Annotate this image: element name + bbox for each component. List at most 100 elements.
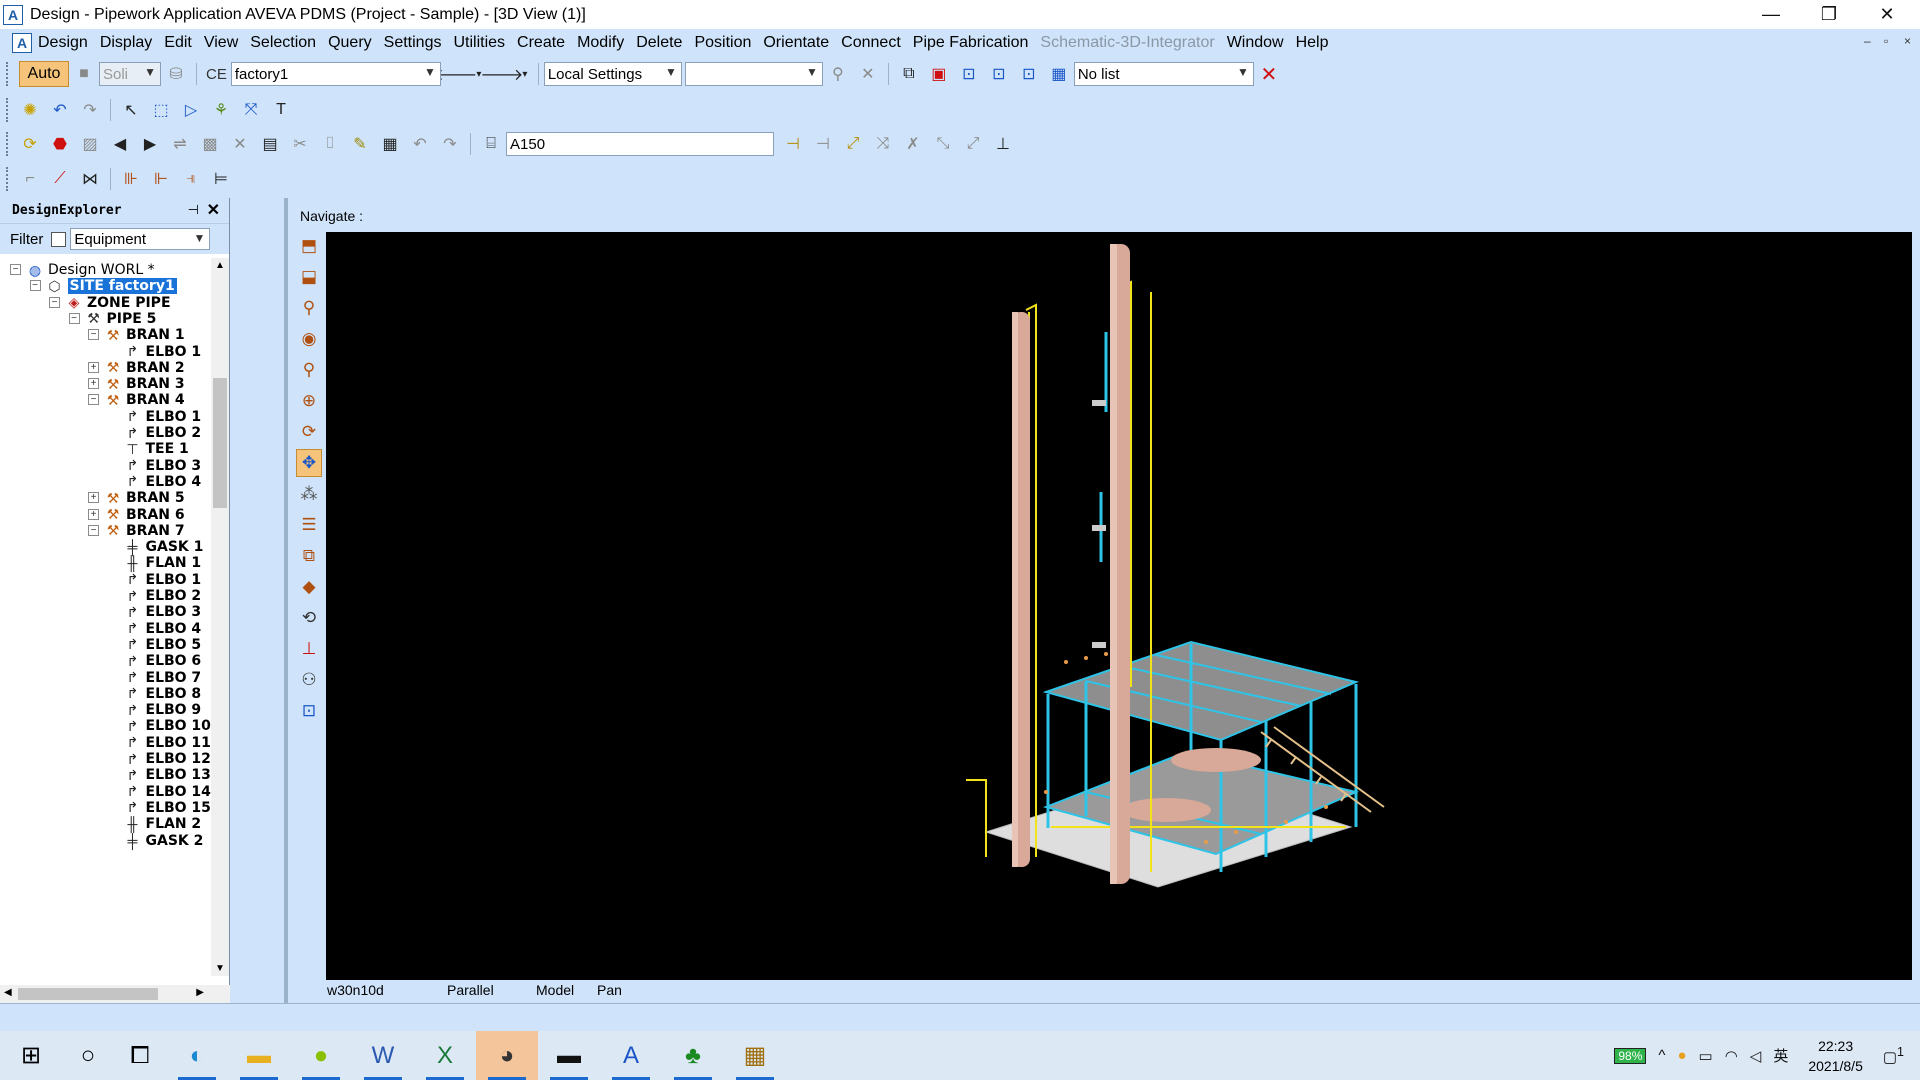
clock[interactable]: 22:23 2021/8/5 bbox=[1808, 1036, 1863, 1076]
sparkle-icon[interactable]: ✺ bbox=[17, 97, 43, 123]
dimension-icon-2[interactable]: ⊩ bbox=[148, 166, 174, 192]
back-arrow-icon[interactable]: 🡐 bbox=[434, 61, 477, 87]
window-icon-3[interactable]: ⊡ bbox=[1016, 61, 1042, 87]
menu-query[interactable]: Query bbox=[322, 29, 378, 57]
panel-splitter[interactable] bbox=[284, 198, 288, 1003]
collapse-icon[interactable]: − bbox=[88, 524, 99, 536]
pid-icon[interactable]: ▦ bbox=[724, 1031, 786, 1080]
pencil-icon[interactable]: ✎ bbox=[347, 131, 373, 157]
pdms-launcher-icon[interactable]: ◕ bbox=[476, 1031, 538, 1080]
excel-icon[interactable]: X bbox=[414, 1031, 476, 1080]
next-icon[interactable]: ▶ bbox=[137, 131, 163, 157]
menu-connect[interactable]: Connect bbox=[835, 29, 907, 57]
collapse-icon[interactable]: − bbox=[29, 280, 41, 292]
scroll-left-icon[interactable]: ◀ bbox=[4, 987, 12, 998]
show-hidden-icons-icon[interactable]: ^ bbox=[1658, 1047, 1665, 1064]
list-icon[interactable]: ▦ bbox=[1046, 61, 1072, 87]
toolbar-grip[interactable] bbox=[6, 132, 10, 156]
scrollbar-thumb[interactable] bbox=[18, 988, 158, 1000]
edge-icon[interactable]: ◐ bbox=[166, 1031, 228, 1080]
menu-orientate[interactable]: Orientate bbox=[757, 29, 835, 57]
clear-icon[interactable]: ✕ bbox=[855, 61, 881, 87]
fitting-icon-3[interactable]: ⤢ bbox=[840, 131, 866, 157]
walk-icon[interactable]: ⁂ bbox=[296, 480, 322, 508]
media-icon[interactable]: ● bbox=[290, 1031, 352, 1080]
paint-icon[interactable]: ◆ bbox=[296, 573, 322, 601]
toolbar-grip[interactable] bbox=[6, 98, 10, 122]
split-icon[interactable]: ⋈ bbox=[77, 166, 103, 192]
blank-combo[interactable]: ▼ bbox=[684, 62, 823, 86]
layers-icon[interactable]: ☰ bbox=[296, 511, 322, 539]
fitting-icon-7[interactable]: ⤢ bbox=[960, 131, 986, 157]
color-swatch-icon[interactable]: ■ bbox=[71, 61, 97, 87]
view-direction-icon[interactable]: ⬒ bbox=[296, 232, 322, 260]
ce-combo[interactable]: factory1 ▼ bbox=[230, 62, 441, 86]
word-icon[interactable]: W bbox=[352, 1031, 414, 1080]
isometric-icon[interactable]: ◉ bbox=[296, 325, 322, 353]
app-menu-icon[interactable]: A bbox=[12, 33, 32, 53]
scroll-up-icon[interactable]: ▲ bbox=[215, 260, 225, 271]
component-icon[interactable]: ▨ bbox=[77, 131, 103, 157]
scroll-down-icon[interactable]: ▼ bbox=[215, 963, 225, 974]
reselect-icon[interactable]: ▩ bbox=[197, 131, 223, 157]
aveva-design-icon[interactable]: A bbox=[600, 1031, 662, 1080]
save-icon[interactable]: ▣ bbox=[926, 61, 952, 87]
view-settings-icon[interactable]: ⊡ bbox=[296, 697, 322, 725]
volume-icon[interactable]: ◁ bbox=[1750, 1047, 1762, 1065]
expand-icon[interactable]: + bbox=[88, 492, 99, 504]
dimension-icon-4[interactable]: ⊨ bbox=[208, 166, 234, 192]
axes-icon[interactable]: ⊥ bbox=[296, 635, 322, 663]
mdi-close-button[interactable]: × bbox=[1904, 34, 1911, 48]
expand-icon[interactable]: + bbox=[88, 361, 99, 373]
tree-horizontal-scrollbar[interactable]: ◀ ▶ bbox=[0, 985, 230, 1003]
undo-icon[interactable]: ↶ bbox=[407, 131, 433, 157]
table-icon[interactable]: ▤ bbox=[257, 131, 283, 157]
menu-modify[interactable]: Modify bbox=[571, 29, 630, 57]
level-icon[interactable]: ⊥ bbox=[990, 131, 1016, 157]
ime-indicator[interactable]: 英 bbox=[1773, 1045, 1788, 1066]
notification-icon[interactable]: ▢1 bbox=[1883, 1045, 1904, 1066]
menu-selection[interactable]: Selection bbox=[244, 29, 322, 57]
fitting-icon-6[interactable]: ⤡ bbox=[930, 131, 956, 157]
local-settings-combo[interactable]: Local Settings ▼ bbox=[543, 62, 682, 86]
3d-viewport[interactable] bbox=[326, 232, 1912, 980]
filter-checkbox[interactable] bbox=[51, 231, 67, 247]
battery-icon[interactable]: ▭ bbox=[1699, 1047, 1713, 1065]
menu-settings[interactable]: Settings bbox=[378, 29, 448, 57]
red-hat-icon[interactable]: ⬣ bbox=[47, 131, 73, 157]
remove-list-icon[interactable]: ✕ bbox=[1256, 61, 1282, 87]
menu-view[interactable]: View bbox=[198, 29, 244, 57]
file-explorer-icon[interactable]: ▬ bbox=[228, 1031, 290, 1080]
pipe-route-icon[interactable]: ⌐ bbox=[17, 166, 43, 192]
binoculars-icon[interactable]: ⚲ bbox=[825, 61, 851, 87]
zoom-icon[interactable]: ⚲ bbox=[296, 356, 322, 384]
forward-arrow-icon[interactable]: 🡒 bbox=[480, 61, 523, 87]
explorer-tree[interactable]: − ◍ Design WORL * − ⬡ SITE factory1− ◈ ZONE PIP… bbox=[0, 258, 212, 976]
fitting-icon-5[interactable]: ✗ bbox=[900, 131, 926, 157]
brush-icon[interactable]: ⟋ bbox=[47, 166, 73, 192]
pin-icon[interactable]: ⊣ bbox=[188, 202, 199, 218]
menu-delete[interactable]: Delete bbox=[630, 29, 688, 57]
window-icon-1[interactable]: ⊡ bbox=[956, 61, 982, 87]
window-icon-2[interactable]: ⊡ bbox=[986, 61, 1012, 87]
fitting-icon-2[interactable]: ⊣ bbox=[810, 131, 836, 157]
move-icon[interactable]: ⤧ bbox=[238, 97, 264, 123]
look-icon[interactable]: ⬓ bbox=[296, 263, 322, 291]
rotate-icon[interactable]: ⟳ bbox=[296, 418, 322, 446]
menu-window[interactable]: Window bbox=[1221, 29, 1290, 57]
collapse-icon[interactable]: − bbox=[68, 312, 80, 324]
scrollbar-thumb[interactable] bbox=[213, 378, 227, 508]
scroll-right-icon[interactable]: ▶ bbox=[196, 987, 204, 998]
expand-icon[interactable]: + bbox=[88, 508, 99, 520]
walk-through-icon[interactable]: ⚇ bbox=[296, 666, 322, 694]
dimension-icon-1[interactable]: ⊪ bbox=[118, 166, 144, 192]
list-combo[interactable]: No list ▼ bbox=[1073, 62, 1254, 86]
mdi-minimize-button[interactable]: – bbox=[1864, 34, 1871, 48]
menu-design[interactable]: Design bbox=[32, 29, 94, 57]
start-icon[interactable]: ⊞ bbox=[0, 1031, 62, 1080]
tree-node[interactable]: ╪ GASK 2 bbox=[124, 831, 204, 851]
explorer-close-button[interactable]: ✕ bbox=[207, 200, 220, 220]
collapse-icon[interactable]: − bbox=[10, 264, 21, 275]
collapse-icon[interactable]: − bbox=[88, 329, 99, 341]
pointer-icon[interactable]: ↖ bbox=[118, 97, 144, 123]
